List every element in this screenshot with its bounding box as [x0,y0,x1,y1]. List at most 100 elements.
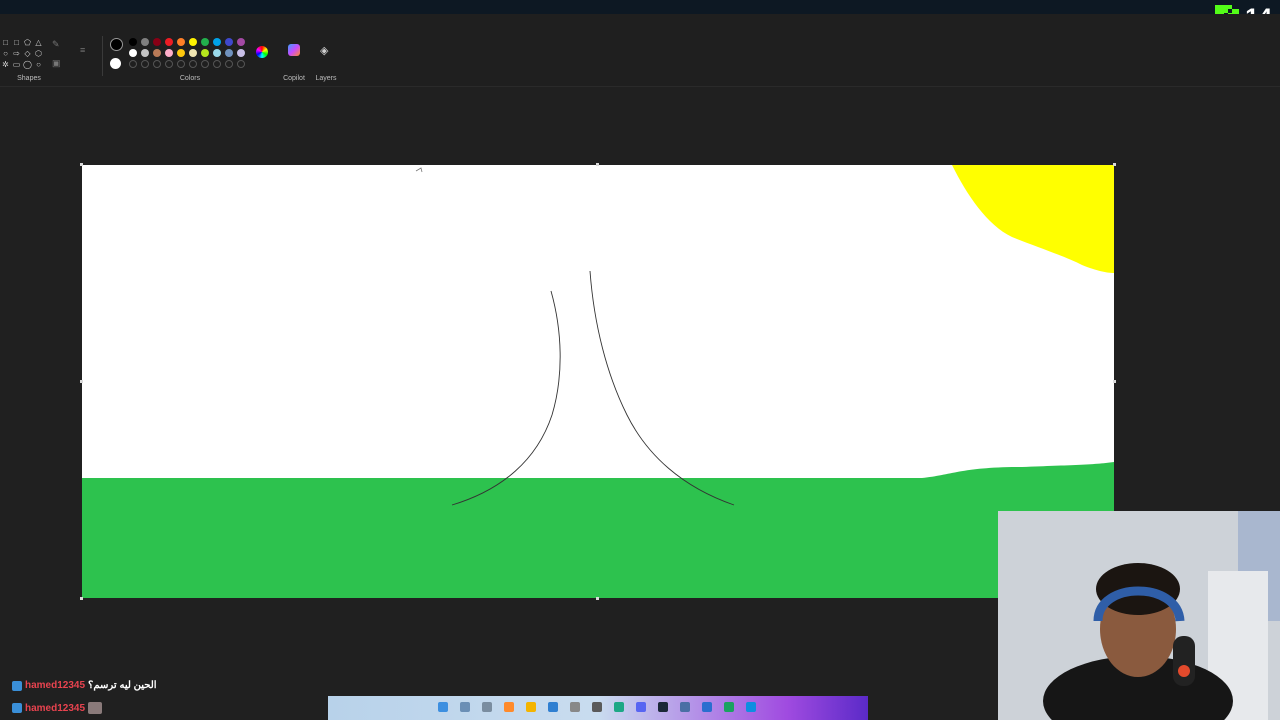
ribbon-toolbar: □ □ ⬠ △ ○ ⇨ ◇ ⬡ ✲ ▭ ◯ ○ Shapes ✎ ▣ ≡ Col… [0,14,1280,87]
pencil-cursor-icon [415,167,423,173]
chat-text: الحين ليه ترسم؟ [88,680,157,691]
chat-badge-icon [12,703,22,713]
edge-icon[interactable] [746,702,756,712]
custom-color-slot[interactable] [201,60,209,68]
custom-color-slot[interactable] [225,60,233,68]
palette-color[interactable] [153,38,161,46]
palette-color[interactable] [213,38,221,46]
pentagon-icon[interactable]: ⬠ [22,38,33,47]
tree-trunk-left-line [451,290,561,506]
speech-bubble-icon[interactable]: ◯ [22,60,33,69]
resize-handle[interactable] [80,597,83,600]
star-icon[interactable]: ✲ [0,60,11,69]
palette-color[interactable] [237,38,245,46]
app-icon[interactable] [570,702,580,712]
custom-color-slot[interactable] [189,60,197,68]
chat-badge-icon [12,680,22,691]
title-bar [0,0,1280,14]
discord-icon[interactable] [636,702,646,712]
square-icon[interactable]: □ [11,38,22,47]
webcam-overlay [998,511,1280,720]
palette-color[interactable] [129,38,137,46]
custom-color-slot[interactable] [129,60,137,68]
outline-icon[interactable]: ✎ [52,39,60,50]
tree-trunk-right-line [589,270,735,506]
triangle-icon[interactable]: △ [33,38,44,47]
canvas-drawing [82,165,1114,598]
search-icon[interactable] [460,702,470,712]
palette-color[interactable] [225,38,233,46]
settings-icon[interactable] [592,702,602,712]
edit-colors-icon[interactable] [256,46,268,58]
palette-color[interactable] [141,49,149,57]
sun-shape [952,165,1114,273]
palette-color[interactable] [153,49,161,57]
rectangle-icon[interactable]: □ [0,38,11,47]
resize-handle[interactable] [596,597,599,600]
callout-icon[interactable]: ▭ [11,60,22,69]
drawing-canvas[interactable] [82,165,1114,598]
circle-icon[interactable]: ○ [0,49,11,58]
size-icon[interactable]: ≡ [80,45,85,55]
diamond-icon[interactable]: ◇ [22,49,33,58]
palette-color[interactable] [177,38,185,46]
resize-handle[interactable] [1113,380,1116,383]
color-2-swatch[interactable] [110,58,121,69]
resize-handle[interactable] [80,163,83,166]
palette-color[interactable] [237,49,245,57]
resize-handle[interactable] [80,380,83,383]
colors-group: Colors [104,14,276,86]
file-explorer-icon[interactable] [526,702,536,712]
app-icon[interactable] [702,702,712,712]
palette-color[interactable] [201,49,209,57]
shapes-label: Shapes [17,75,41,82]
color-1-swatch[interactable] [110,38,123,51]
copilot-group[interactable]: Copilot [282,14,306,86]
color-palette [129,38,249,68]
emote-icon [88,702,103,714]
chat-username[interactable]: hamed12345 [25,703,85,714]
app-icon[interactable] [680,702,690,712]
layers-label: Layers [315,75,337,82]
palette-color[interactable] [129,49,137,57]
palette-color[interactable] [165,49,173,57]
copilot-icon[interactable] [288,44,300,56]
steam-icon[interactable] [658,702,668,712]
resize-handle[interactable] [1113,163,1116,166]
start-icon[interactable] [438,702,448,712]
webcam-image [998,511,1280,720]
palette-color[interactable] [189,38,197,46]
ribbon-separator [102,36,103,76]
palette-color[interactable] [201,38,209,46]
hexagon-icon[interactable]: ⬡ [33,49,44,58]
right-arrow-icon[interactable]: ⇨ [11,49,22,58]
layers-icon[interactable]: ◈ [320,44,328,57]
custom-color-slot[interactable] [153,60,161,68]
palette-color[interactable] [141,38,149,46]
palette-color[interactable] [165,38,173,46]
custom-color-slot[interactable] [213,60,221,68]
app-icon[interactable] [614,702,624,712]
chat-message: hamed12345 الحين ليه ترسم؟ [12,680,157,691]
palette-color[interactable] [213,49,221,57]
palette-color[interactable] [225,49,233,57]
shapes-gallery[interactable]: □ □ ⬠ △ ○ ⇨ ◇ ⬡ ✲ ▭ ◯ ○ [0,38,44,69]
custom-color-slot[interactable] [237,60,245,68]
copilot-label: Copilot [283,75,305,82]
task-view-icon[interactable] [482,702,492,712]
fill-icon[interactable]: ▣ [52,58,61,69]
shapes-group: □ □ ⬠ △ ○ ⇨ ◇ ⬡ ✲ ▭ ◯ ○ Shapes [0,14,58,86]
custom-color-slot[interactable] [177,60,185,68]
vscode-icon[interactable] [548,702,558,712]
app-icon[interactable] [724,702,734,712]
palette-color[interactable] [177,49,185,57]
taskbar [328,696,868,720]
palette-color[interactable] [189,49,197,57]
oval-callout-icon[interactable]: ○ [33,60,44,69]
custom-color-slot[interactable] [141,60,149,68]
app-icon[interactable] [504,702,514,712]
resize-handle[interactable] [596,163,599,166]
custom-color-slot[interactable] [165,60,173,68]
chat-username[interactable]: hamed12345 [25,680,85,691]
layers-group[interactable]: ◈ Layers [314,14,338,86]
